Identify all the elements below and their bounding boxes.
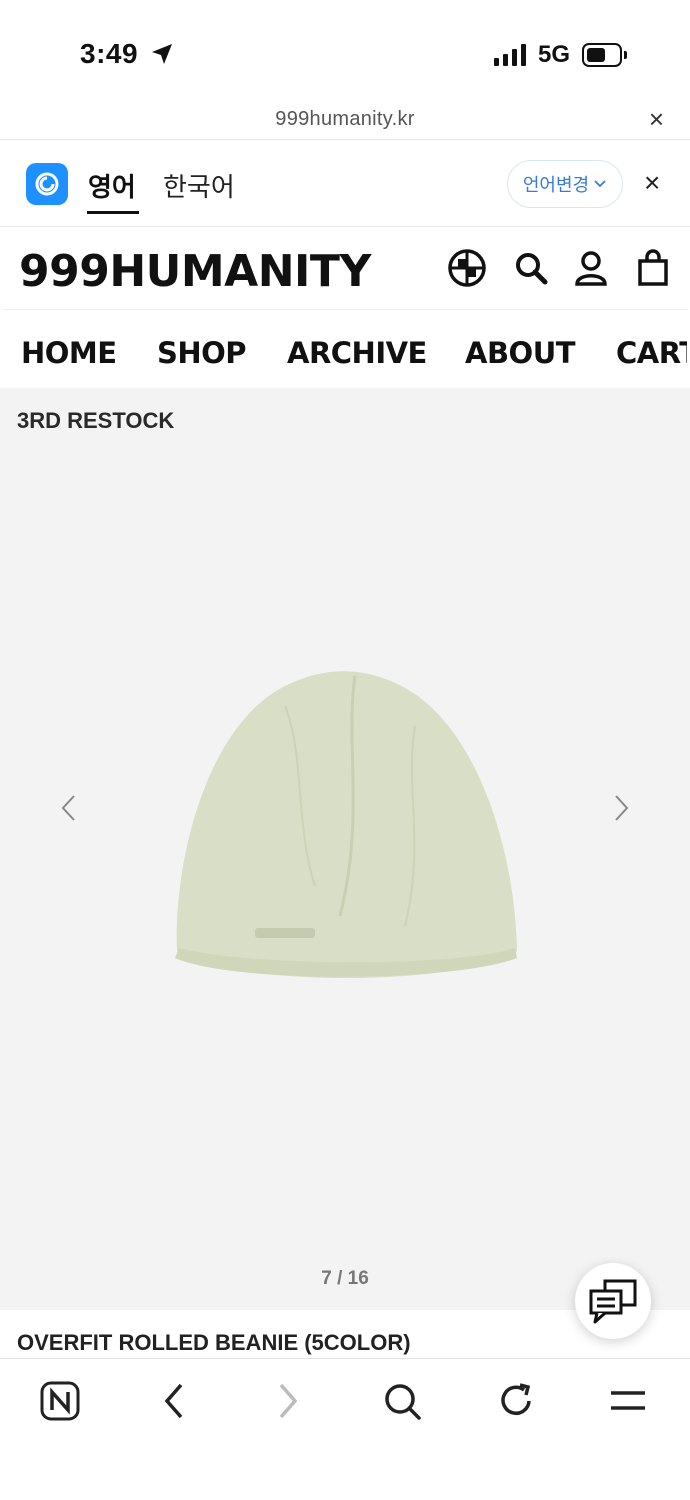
nav-shop[interactable]: SHOP: [157, 336, 247, 370]
account-icon[interactable]: [571, 248, 611, 288]
forward-icon[interactable]: [266, 1379, 310, 1423]
tab-target-language[interactable]: 한국어: [163, 167, 235, 204]
nav-cart[interactable]: CART: [616, 336, 687, 370]
site-header: 999HUMANITY: [3, 228, 687, 308]
chat-button[interactable]: [575, 1263, 651, 1339]
product-image[interactable]: [165, 666, 525, 996]
naver-icon[interactable]: [38, 1379, 82, 1423]
site-logo[interactable]: 999HUMANITY: [19, 246, 371, 297]
nav-home[interactable]: HOME: [21, 336, 117, 370]
change-language-button[interactable]: 언어변경: [507, 160, 623, 208]
restock-badge: 3RD RESTOCK: [17, 408, 175, 433]
back-icon[interactable]: [152, 1379, 196, 1423]
battery-icon: [582, 43, 622, 67]
status-time: 3:49: [80, 38, 139, 69]
chevron-right-icon[interactable]: [608, 793, 634, 823]
chevron-left-icon[interactable]: [56, 793, 82, 823]
battery-tip: [624, 51, 627, 59]
product-title: OVERFIT ROLLED BEANIE (5COLOR): [17, 1330, 411, 1355]
translate-bar: 영어 한국어 언어변경 ×: [0, 141, 690, 227]
close-translate-icon[interactable]: ×: [644, 169, 660, 197]
url-domain[interactable]: 999humanity.kr: [0, 108, 690, 131]
network-type: 5G: [538, 41, 571, 68]
change-language-label: 언어변경: [522, 175, 590, 195]
chevron-down-icon: [594, 180, 606, 188]
cart-icon[interactable]: [633, 248, 673, 288]
browser-toolbar: [0, 1358, 690, 1500]
papago-icon[interactable]: [26, 163, 68, 205]
tab-source-language[interactable]: 영어: [87, 167, 139, 214]
signal-icon: [494, 44, 526, 66]
nav-archive[interactable]: ARCHIVE: [287, 336, 427, 370]
search-icon[interactable]: [511, 248, 551, 288]
nav-about[interactable]: ABOUT: [465, 336, 576, 370]
reload-icon[interactable]: [494, 1379, 538, 1423]
main-nav: HOME SHOP ARCHIVE ABOUT CART: [3, 309, 687, 387]
search-icon[interactable]: [380, 1379, 424, 1423]
product-gallery: 3RD RESTOCK 7 / 16: [0, 388, 690, 1339]
chat-icon: [589, 1279, 637, 1324]
url-bar[interactable]: 999humanity.kr ×: [0, 100, 690, 140]
status-bar: 3:49 5G: [0, 0, 690, 100]
location-arrow-icon: [152, 44, 172, 64]
globe-icon[interactable]: [447, 248, 487, 288]
close-icon[interactable]: ×: [649, 106, 664, 132]
menu-icon[interactable]: [606, 1379, 650, 1423]
